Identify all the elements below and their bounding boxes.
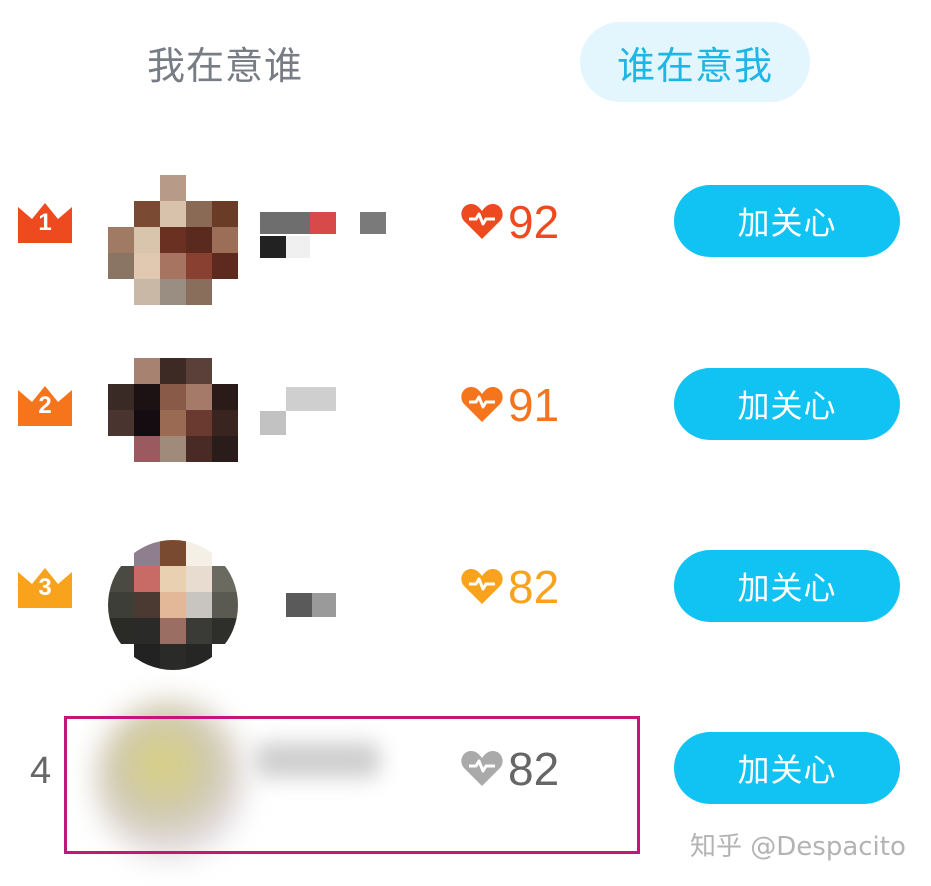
- tab-who-i-care[interactable]: 我在意谁: [110, 22, 340, 102]
- add-care-button[interactable]: 加关心: [674, 368, 900, 440]
- highlight-box: [64, 716, 640, 854]
- add-care-button[interactable]: 加关心: [674, 732, 900, 804]
- tab-who-cares-me[interactable]: 谁在意我: [580, 22, 810, 102]
- score-value: 92: [508, 196, 560, 248]
- list-item: 1 92 加关心: [0, 145, 931, 305]
- rank-number: 2: [38, 392, 52, 419]
- username-redacted: [260, 565, 390, 617]
- care-score: 91: [460, 378, 559, 432]
- care-score: 92: [460, 195, 559, 249]
- crown-icon: 2: [16, 382, 74, 426]
- heart-icon: [461, 204, 503, 239]
- add-care-button[interactable]: 加关心: [674, 185, 900, 257]
- avatar: [108, 540, 238, 670]
- rank-number: 4: [30, 750, 52, 792]
- heart-icon: [461, 569, 503, 604]
- heart-icon: [461, 387, 503, 422]
- rank-number: 3: [38, 574, 52, 601]
- username-redacted: [260, 200, 390, 258]
- avatar: [108, 358, 238, 488]
- crown-icon: 3: [16, 564, 74, 608]
- score-value: 82: [508, 561, 560, 613]
- rank-number: 1: [38, 209, 52, 236]
- list-item: 2 91 加关心: [0, 328, 931, 478]
- username-redacted: [260, 383, 390, 435]
- care-score: 82: [460, 560, 559, 614]
- add-care-button[interactable]: 加关心: [674, 550, 900, 622]
- watermark: 知乎 @Despacito: [690, 832, 906, 862]
- list-item: 3 82 加关心: [0, 510, 931, 670]
- crown-icon: 1: [16, 199, 74, 243]
- avatar: [108, 175, 238, 305]
- score-value: 91: [508, 379, 560, 431]
